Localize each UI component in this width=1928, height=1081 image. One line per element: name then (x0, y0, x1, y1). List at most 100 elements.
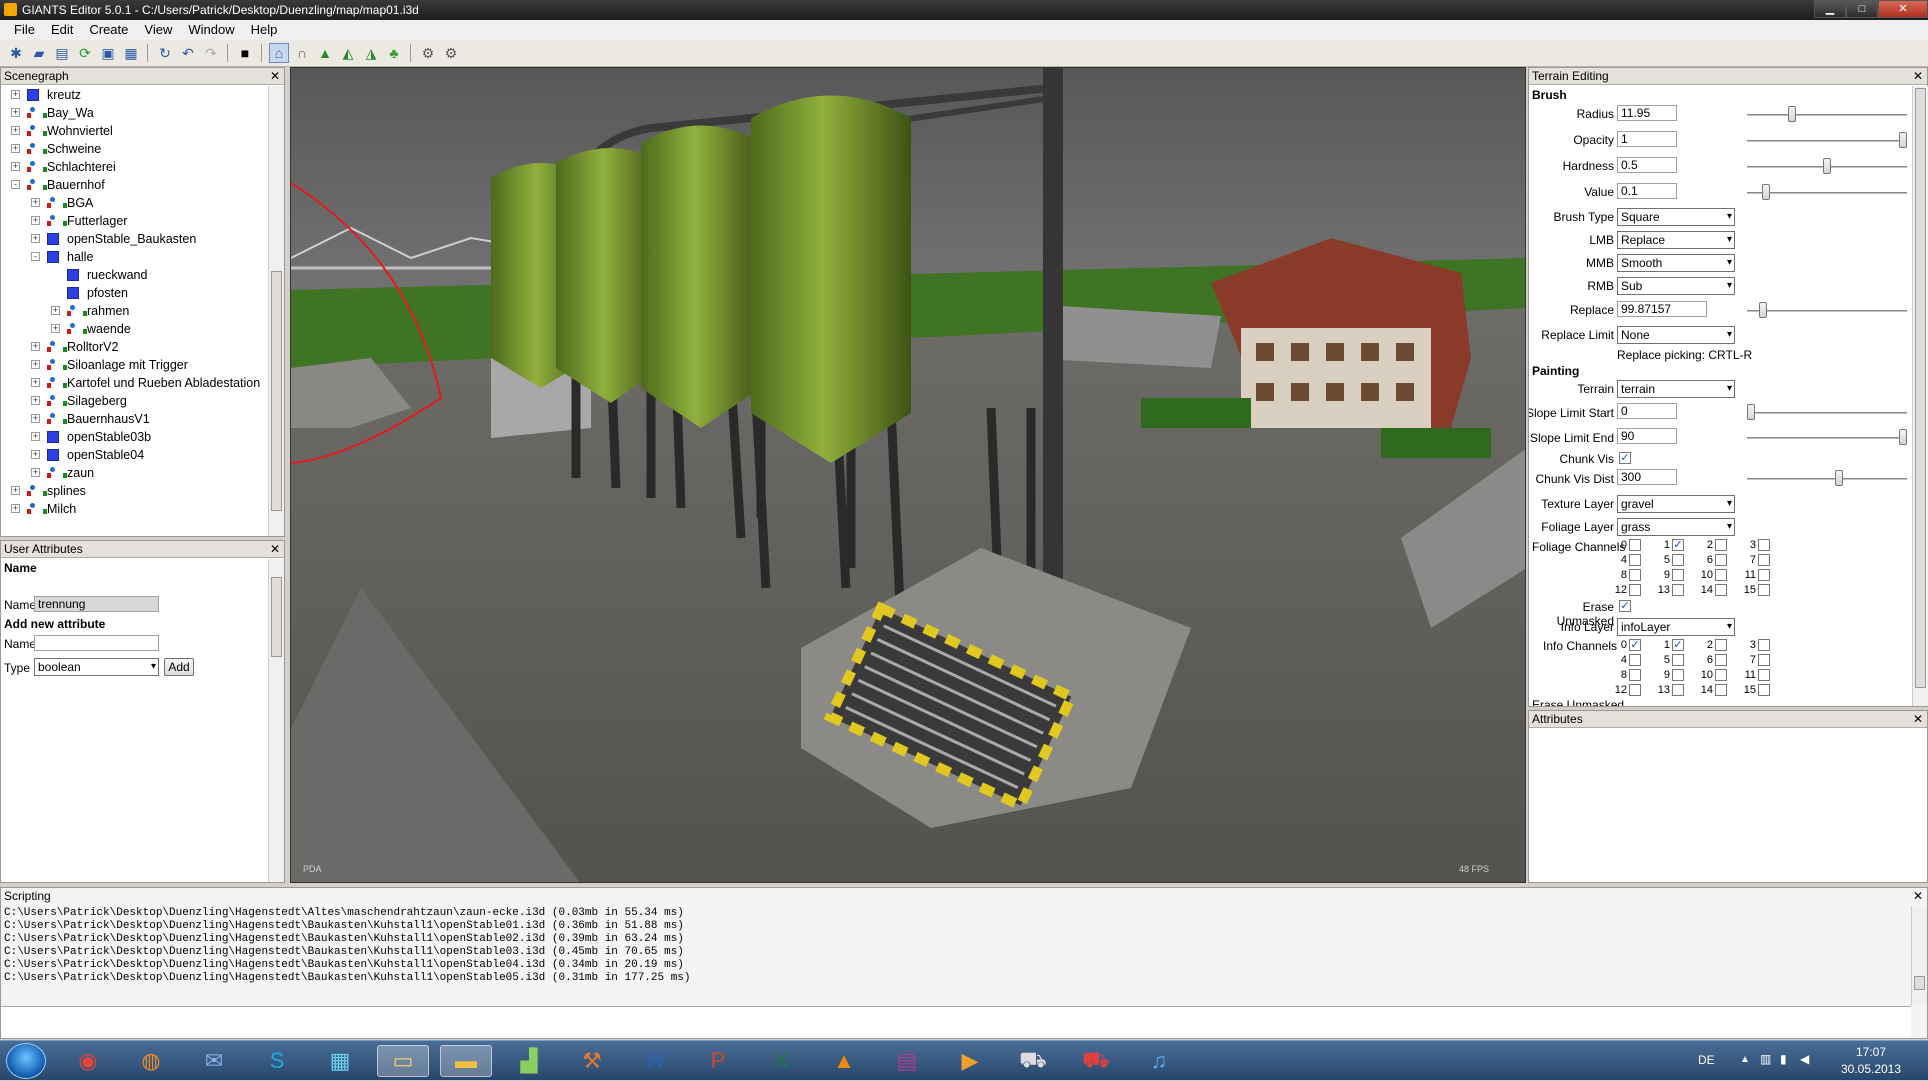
terrain-sculpt-icon[interactable]: ▲ (315, 43, 335, 63)
info-channel-checkbox[interactable] (1758, 669, 1770, 681)
hardness-input[interactable]: 0.5 (1617, 157, 1677, 173)
mmb-select[interactable]: Smooth (1617, 254, 1735, 272)
info-channel-checkbox[interactable] (1672, 669, 1684, 681)
expand-icon[interactable]: + (31, 342, 40, 351)
close-button[interactable]: ✕ (1878, 0, 1928, 18)
info-channel-checkbox[interactable] (1672, 654, 1684, 666)
menu-view[interactable]: View (136, 20, 180, 40)
winrar-icon[interactable]: ▤ (881, 1045, 933, 1077)
chunk-vis-checkbox[interactable]: ✓ (1619, 452, 1631, 464)
foliage-paint-icon[interactable]: ◮ (361, 43, 381, 63)
hardness-slider[interactable] (1747, 158, 1907, 174)
replace-input[interactable]: 99.87157 (1617, 301, 1707, 317)
foliage-channel-checkbox[interactable] (1715, 539, 1727, 551)
scenegraph-node[interactable]: - Bauernhof (1, 176, 266, 194)
chunk-vis-dist-slider[interactable] (1747, 470, 1907, 486)
scrollbar-thumb[interactable] (271, 271, 282, 511)
scenegraph-node[interactable]: + zaun (1, 464, 266, 482)
scenegraph-node[interactable]: + kreutz (1, 86, 266, 104)
scenegraph-node[interactable]: + RolltorV2 (1, 338, 266, 356)
scripting-scrollbar[interactable] (1911, 906, 1927, 1006)
slider-knob[interactable] (1762, 184, 1770, 200)
info-channel-checkbox[interactable]: ✓ (1672, 639, 1684, 651)
tool-app-icon[interactable]: ⚒ (566, 1045, 618, 1077)
scrollbar-thumb[interactable] (271, 577, 282, 657)
foliage-channel-checkbox[interactable] (1672, 569, 1684, 581)
rmb-select[interactable]: Sub (1617, 277, 1735, 295)
slope-end-input[interactable]: 90 (1617, 428, 1677, 444)
expand-icon[interactable]: + (31, 432, 40, 441)
menu-help[interactable]: Help (243, 20, 286, 40)
expand-icon[interactable]: + (31, 378, 40, 387)
render-settings-2-icon[interactable]: ⚙ (441, 43, 461, 63)
expand-icon[interactable]: + (31, 450, 40, 459)
itunes-icon[interactable]: ♫ (1133, 1045, 1185, 1077)
expand-icon[interactable]: + (51, 306, 60, 315)
info-channel-checkbox[interactable]: ✓ (1629, 639, 1641, 651)
expand-icon[interactable]: + (11, 108, 20, 117)
erase-unmasked-checkbox[interactable]: ✓ (1619, 600, 1631, 612)
scrollbar-thumb[interactable] (1914, 976, 1925, 990)
scenegraph-node[interactable]: + Schweine (1, 140, 266, 158)
texture-layer-select[interactable]: gravel (1617, 495, 1735, 513)
foliage-channel-checkbox[interactable] (1715, 569, 1727, 581)
info-channel-checkbox[interactable] (1758, 684, 1770, 696)
scenegraph-node[interactable]: + Silageberg (1, 392, 266, 410)
scenegraph-node[interactable]: + rahmen (1, 302, 266, 320)
minimize-button[interactable]: ▁ (1814, 0, 1846, 18)
expand-icon[interactable]: + (11, 504, 20, 513)
value-slider[interactable] (1747, 184, 1907, 200)
word-icon[interactable]: W (629, 1045, 681, 1077)
info-channel-checkbox[interactable] (1715, 684, 1727, 696)
move-icon[interactable]: ∩ (292, 43, 312, 63)
slider-knob[interactable] (1823, 158, 1831, 174)
expand-icon[interactable]: + (31, 396, 40, 405)
image-viewer-icon[interactable]: ▦ (314, 1045, 366, 1077)
foliage-channel-checkbox[interactable] (1715, 584, 1727, 596)
signal-icon[interactable]: ▮ (1780, 1052, 1787, 1066)
new-attribute-name-input[interactable] (34, 635, 159, 651)
terrain-scrollbar[interactable] (1912, 86, 1928, 706)
slider-knob[interactable] (1899, 429, 1907, 445)
user-attributes-scrollbar[interactable] (268, 559, 284, 882)
clock-date[interactable]: 30.05.2013 (1836, 1062, 1906, 1076)
expand-icon[interactable]: + (11, 126, 20, 135)
slider-knob[interactable] (1759, 302, 1767, 318)
scenegraph-node[interactable]: + Futterlager (1, 212, 266, 230)
volume-icon[interactable]: ◀ (1800, 1052, 1809, 1066)
scenegraph-node[interactable]: + BauernhausV1 (1, 410, 266, 428)
info-channel-checkbox[interactable] (1715, 639, 1727, 651)
slider-knob[interactable] (1835, 470, 1843, 486)
scenegraph-node[interactable]: + Kartofel und Rueben Abladestation (1, 374, 266, 392)
scenegraph-node[interactable]: + Siloanlage mit Trigger (1, 356, 266, 374)
foliage-channel-checkbox[interactable] (1629, 554, 1641, 566)
expand-icon[interactable]: + (31, 360, 40, 369)
expand-icon[interactable]: + (31, 234, 40, 243)
expand-icon[interactable]: + (11, 162, 20, 171)
foliage-channel-checkbox[interactable]: ✓ (1672, 539, 1684, 551)
foliage-channel-checkbox[interactable] (1758, 554, 1770, 566)
scenegraph-node[interactable]: + BGA (1, 194, 266, 212)
render-settings-icon[interactable]: ⚙ (418, 43, 438, 63)
brush-type-select[interactable]: Square (1617, 208, 1735, 226)
info-layer-select[interactable]: infoLayer (1617, 618, 1735, 636)
new-icon[interactable]: ✱ (6, 43, 26, 63)
expand-icon[interactable]: + (11, 486, 20, 495)
collapse-icon[interactable]: - (11, 180, 20, 189)
expand-icon[interactable]: + (11, 144, 20, 153)
expand-icon[interactable]: + (51, 324, 60, 333)
chrome-icon[interactable]: ◉ (62, 1045, 114, 1077)
save-as-icon[interactable]: ▤ (52, 43, 72, 63)
close-icon[interactable]: ✕ (1913, 68, 1923, 85)
powerpoint-icon[interactable]: P (692, 1045, 744, 1077)
opacity-slider[interactable] (1747, 132, 1907, 148)
foliage-layer-select[interactable]: grass (1617, 518, 1735, 536)
scenegraph-node[interactable]: + Wohnviertel (1, 122, 266, 140)
collapse-icon[interactable]: - (31, 252, 40, 261)
stop-icon[interactable]: ■ (235, 43, 255, 63)
foliage-channel-checkbox[interactable] (1758, 569, 1770, 581)
vlc-icon[interactable]: ▲ (818, 1045, 870, 1077)
slider-knob[interactable] (1747, 404, 1755, 420)
media-player-icon[interactable]: ▶ (944, 1045, 996, 1077)
open-icon[interactable]: ▰ (29, 43, 49, 63)
